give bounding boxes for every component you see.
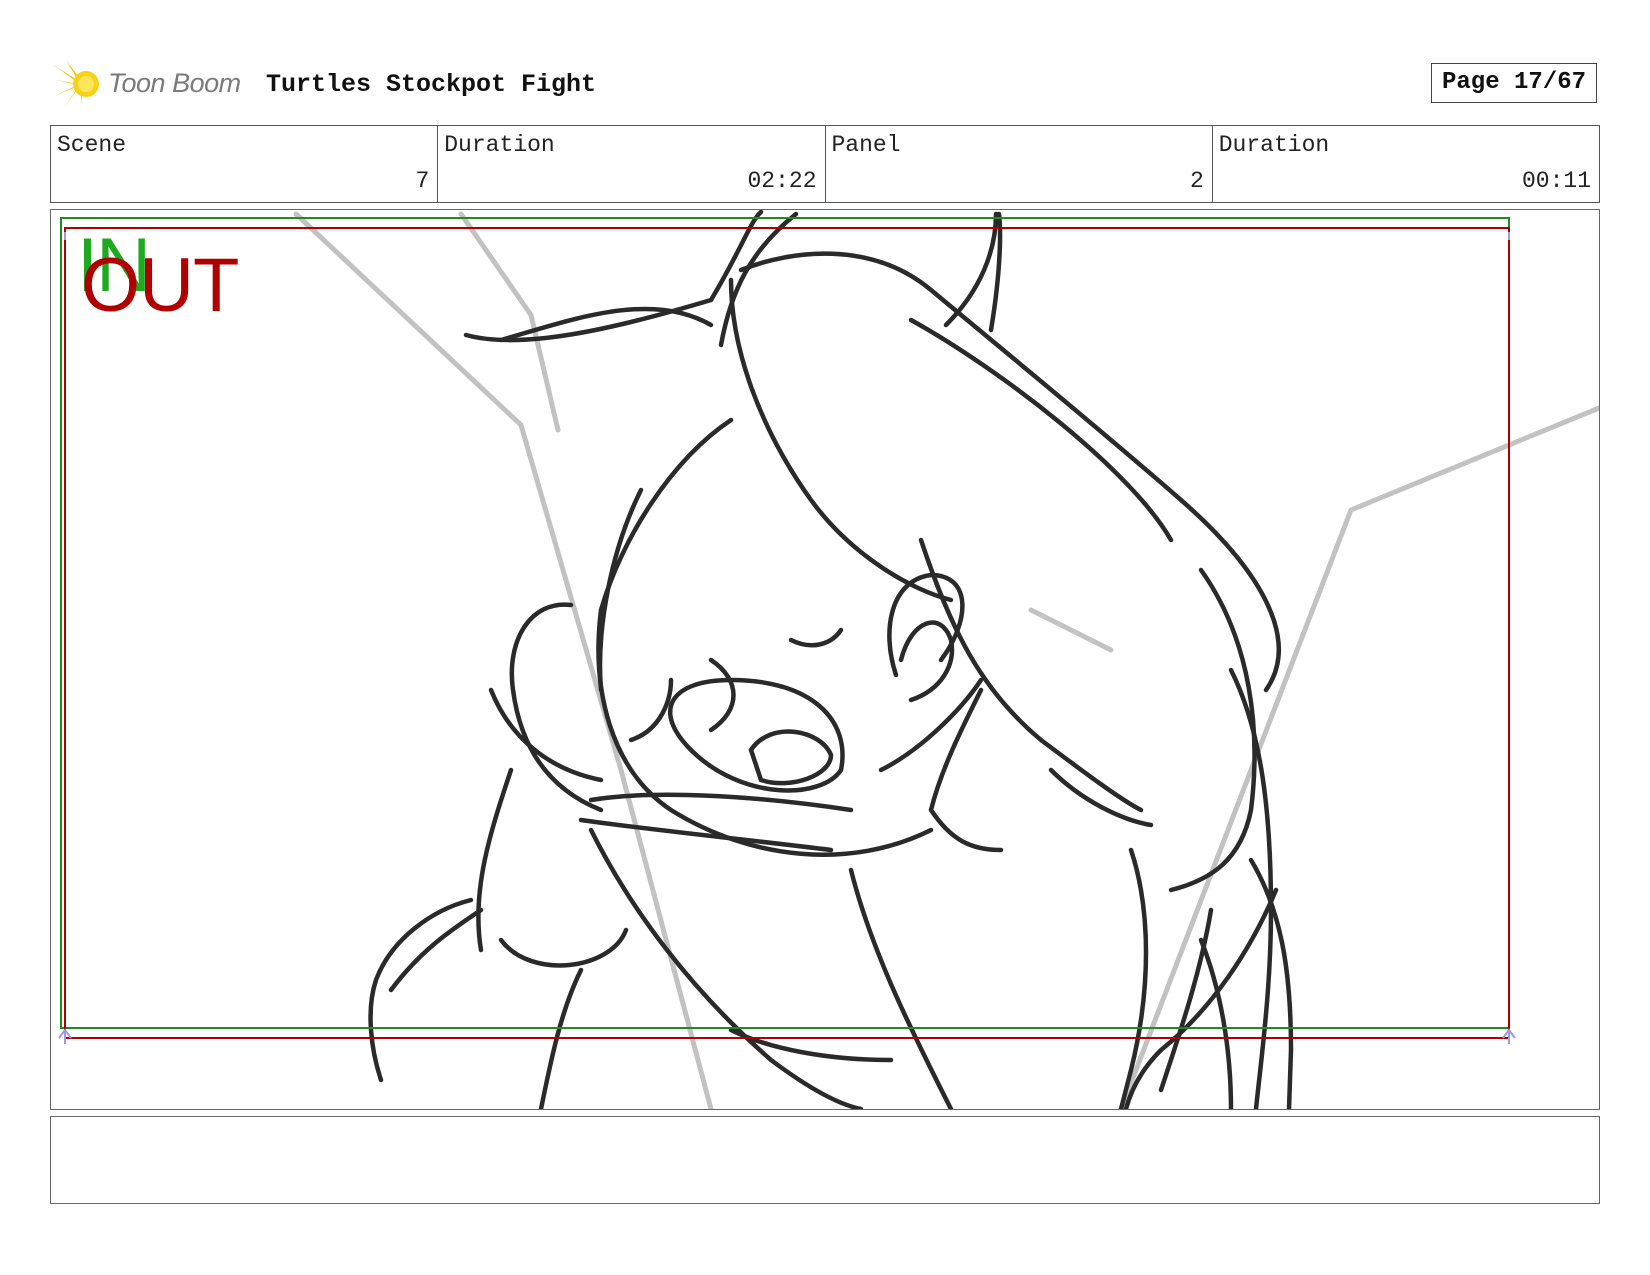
sketch-drawing bbox=[58, 210, 1599, 1109]
scene-duration-value: 02:22 bbox=[747, 168, 817, 194]
character-sketch bbox=[368, 210, 1294, 1109]
starburst-icon bbox=[52, 60, 99, 108]
project-title: Turtles Stockpot Fight bbox=[266, 70, 597, 99]
panel-image: IN OUT bbox=[50, 209, 1600, 1110]
panel-cell: Panel 2 bbox=[826, 126, 1213, 202]
perspective-lines bbox=[293, 211, 1599, 1109]
in-frame bbox=[60, 217, 1510, 1029]
logo-text: Toon Boom bbox=[108, 68, 241, 98]
storyboard-header: Toon Boom Turtles Stockpot Fight Page 17… bbox=[52, 58, 1602, 110]
scene-duration-label: Duration bbox=[444, 132, 555, 158]
toon-boom-logo: Toon Boom bbox=[52, 58, 252, 110]
scene-duration-cell: Duration 02:22 bbox=[438, 126, 826, 202]
panel-info-row: Scene 7 Duration 02:22 Panel 2 Duration … bbox=[50, 125, 1600, 203]
scene-cell: Scene 7 bbox=[51, 126, 439, 202]
out-frame bbox=[64, 227, 1510, 1039]
camera-corner-arrows bbox=[58, 232, 1516, 1044]
out-marker: OUT bbox=[81, 243, 239, 328]
scene-label: Scene bbox=[57, 132, 127, 158]
scene-value: 7 bbox=[415, 168, 430, 194]
notes-box bbox=[50, 1116, 1600, 1204]
panel-value: 2 bbox=[1189, 168, 1204, 194]
panel-duration-cell: Duration 00:11 bbox=[1213, 126, 1599, 202]
page-number: Page 17/67 bbox=[1431, 63, 1597, 103]
panel-label: Panel bbox=[831, 132, 901, 158]
panel-duration-value: 00:11 bbox=[1521, 168, 1591, 194]
panel-duration-label: Duration bbox=[1218, 132, 1330, 158]
